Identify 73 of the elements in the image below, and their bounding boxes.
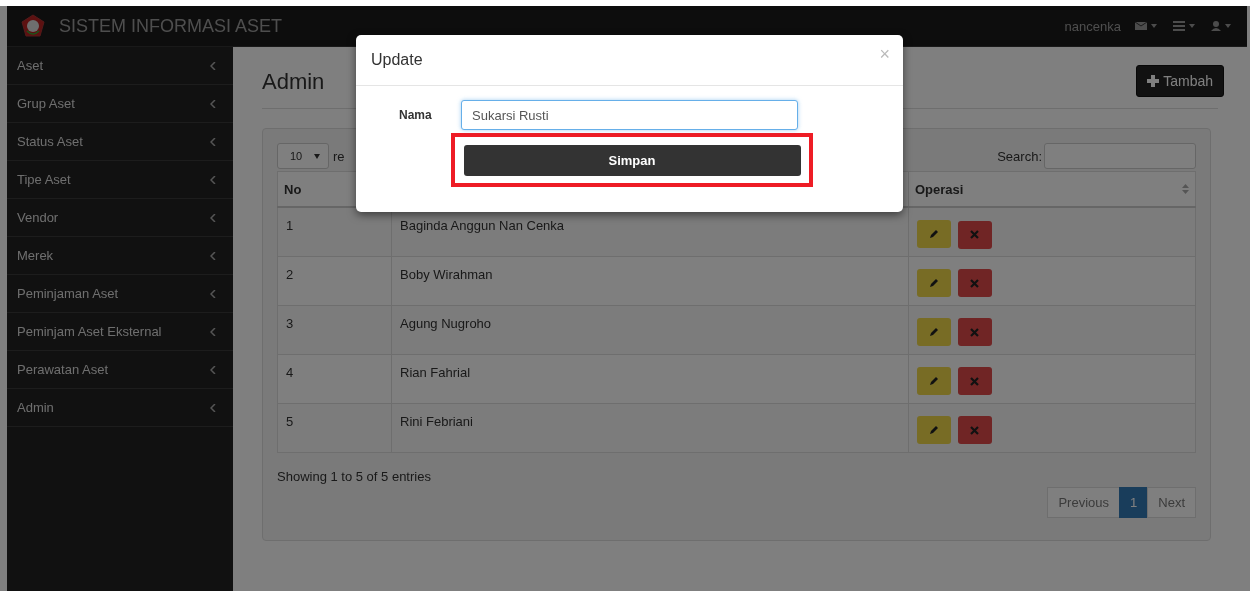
pencil-icon — [929, 375, 939, 386]
sidebar-item[interactable]: Tipe Aset — [7, 161, 233, 199]
chevron-left-icon — [210, 137, 216, 146]
edit-button[interactable] — [917, 415, 951, 444]
delete-x-icon — [970, 278, 980, 288]
delete-button[interactable] — [957, 220, 992, 249]
edit-button[interactable] — [917, 220, 951, 248]
edit-button[interactable] — [917, 317, 951, 346]
dialog-title: Update — [371, 51, 423, 69]
sidebar-item[interactable]: Admin — [7, 389, 233, 427]
chevron-left-icon — [210, 365, 216, 374]
chevron-left-icon — [210, 175, 216, 184]
edit-button[interactable] — [917, 366, 951, 395]
table-cell: 3 — [277, 305, 392, 354]
username: nancenka — [1064, 18, 1121, 34]
pencil-icon — [929, 326, 939, 337]
sidebar-item[interactable]: Aset — [7, 47, 233, 85]
list-dropdown-icon[interactable] — [1173, 21, 1197, 31]
delete-x-icon — [970, 376, 980, 386]
table-cell: Boby Wirahman — [391, 256, 909, 305]
sidebar-item[interactable]: Status Aset — [7, 123, 233, 161]
edit-button[interactable] — [917, 268, 951, 297]
delete-button[interactable] — [957, 367, 992, 395]
chevron-left-icon — [210, 327, 216, 336]
pencil-icon — [929, 229, 939, 239]
sort-icon — [1182, 184, 1189, 194]
entries-info: Showing 1 to 5 of 5 entries — [277, 468, 431, 484]
table-cell: 5 — [277, 403, 392, 452]
sidebar-item[interactable]: Merek — [7, 237, 233, 275]
chevron-left-icon — [210, 251, 216, 260]
table-cell: 4 — [277, 354, 392, 403]
delete-button[interactable] — [957, 269, 992, 297]
save-button[interactable]: Simpan — [463, 144, 801, 176]
delete-x-icon — [970, 425, 980, 435]
sidebar-item[interactable]: Vendor — [7, 199, 233, 237]
chevron-left-icon — [210, 289, 216, 298]
delete-x-icon — [970, 327, 980, 337]
pagination-button[interactable]: Next — [1147, 486, 1196, 518]
sidebar-item[interactable]: Peminjam Aset Eksternal — [7, 313, 233, 351]
app-title: SISTEM INFORMASI ASET — [59, 15, 283, 37]
envelope-dropdown-icon[interactable] — [1135, 21, 1159, 31]
pagination-button[interactable]: Previous — [1047, 486, 1121, 518]
sidebar-item[interactable]: Perawatan Aset — [7, 351, 233, 389]
sidebar-item[interactable]: Grup Aset — [7, 85, 233, 123]
search-field[interactable] — [1044, 143, 1196, 169]
page-title: Admin — [262, 68, 325, 95]
chevron-left-icon — [210, 403, 216, 412]
pencil-icon — [929, 424, 939, 435]
field-label: Nama — [398, 108, 433, 122]
delete-button[interactable] — [957, 318, 992, 346]
page-size-label: re — [333, 148, 345, 164]
table-cell: Agung Nugroho — [391, 305, 909, 354]
chevron-left-icon — [210, 213, 216, 222]
delete-x-icon — [970, 230, 980, 239]
table-cell: Rian Fahrial — [391, 354, 909, 403]
page-size-select[interactable]: 10 — [277, 143, 329, 169]
close-button[interactable]: × — [879, 43, 890, 65]
pagination-button[interactable]: 1 — [1119, 486, 1149, 518]
chevron-left-icon — [210, 99, 216, 108]
search-label: Search: — [997, 148, 1042, 164]
table-cell: 2 — [277, 256, 392, 305]
shield-logo-icon — [21, 14, 45, 38]
table-cell: Rini Febriani — [391, 403, 909, 452]
pencil-icon — [929, 277, 939, 288]
add-button[interactable]: Tambah — [1136, 64, 1224, 97]
user-dropdown-icon[interactable] — [1211, 21, 1233, 31]
name-input-field[interactable]: Sukarsi Rusti — [461, 100, 798, 130]
plus-icon — [1147, 74, 1160, 87]
table-cell: 1 — [277, 207, 392, 256]
sidebar-item[interactable]: Peminjaman Aset — [7, 275, 233, 313]
chevron-left-icon — [210, 61, 216, 70]
delete-button[interactable] — [957, 416, 992, 444]
dropdown-caret-icon — [314, 153, 320, 159]
